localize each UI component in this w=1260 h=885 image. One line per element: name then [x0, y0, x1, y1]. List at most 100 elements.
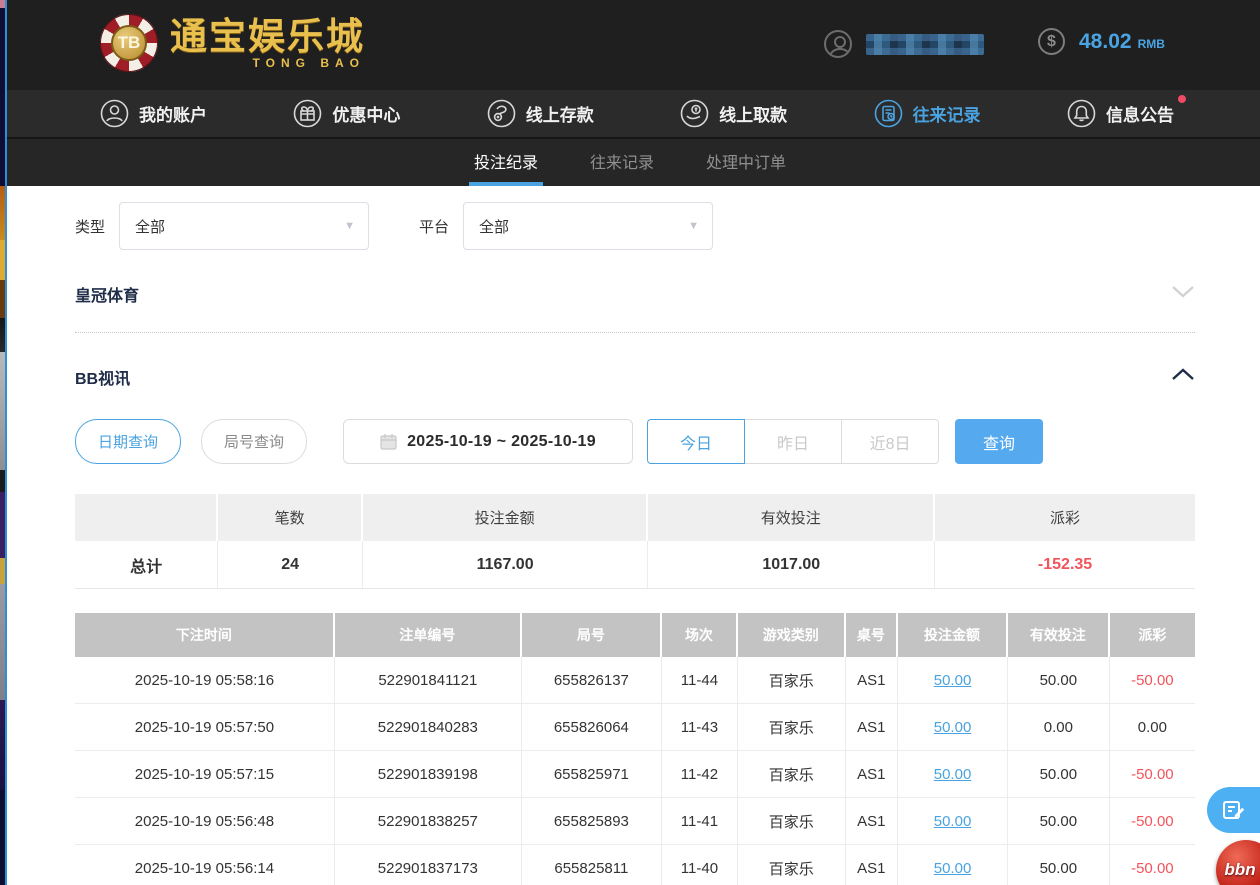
table-number-cell: AS1: [846, 798, 899, 844]
balance-currency: RMB: [1138, 37, 1165, 51]
bet-time-cell: 2025-10-19 05:58:16: [75, 657, 335, 703]
feedback-button[interactable]: [1207, 787, 1260, 833]
nav-item-announcements[interactable]: 信息公告: [1067, 99, 1174, 128]
bet-amount-link[interactable]: 50.00: [934, 813, 972, 830]
chevron-down-icon: ▼: [344, 220, 355, 232]
order-number-cell: 522901839198: [335, 751, 522, 797]
dollar-coin-icon: $: [1038, 28, 1065, 55]
date-range-input[interactable]: 2025-10-19 ~ 2025-10-19: [343, 419, 633, 464]
nav-item-deposit[interactable]: 线上存款: [487, 99, 594, 128]
section-divider: [75, 332, 1195, 333]
notification-dot: [1178, 95, 1186, 103]
deposit-icon: [487, 99, 516, 128]
withdraw-icon: [680, 99, 709, 128]
session-cell: 11-43: [662, 704, 738, 750]
bet-amount-link[interactable]: 50.00: [934, 766, 972, 783]
nav-item-promotions[interactable]: 优惠中心: [293, 99, 400, 128]
bet-amount-link[interactable]: 50.00: [934, 719, 972, 736]
nav-item-withdraw[interactable]: 线上取款: [680, 99, 787, 128]
bet-amount-link[interactable]: 50.00: [934, 860, 972, 877]
chevron-down-icon: ▼: [688, 220, 699, 232]
platform-filter-label: 平台: [419, 216, 449, 237]
user-icon: [100, 99, 129, 128]
round-query-button[interactable]: 局号查询: [201, 419, 307, 464]
records-header-row: 下注时间注单编号局号场次游戏类别桌号投注金额有效投注派彩: [75, 613, 1195, 657]
last-8-days-button[interactable]: 近8日: [841, 419, 939, 464]
user-area[interactable]: [824, 30, 984, 58]
chevron-down-icon[interactable]: [1171, 285, 1195, 303]
summary-header-blank: [75, 494, 218, 541]
background-edge-strip: [0, 0, 7, 885]
round-number-cell: 655825893: [522, 798, 662, 844]
order-number-cell: 522901837173: [335, 845, 522, 885]
username-blurred: [866, 34, 984, 55]
round-number-cell: 655825971: [522, 751, 662, 797]
payout-cell: -50.00: [1110, 845, 1195, 885]
avatar-icon: [824, 30, 852, 58]
bet-amount-link[interactable]: 50.00: [934, 672, 972, 689]
game-type-cell: 百家乐: [738, 845, 846, 885]
type-filter-label: 类型: [75, 216, 105, 237]
summary-count-value: 24: [218, 541, 362, 588]
session-cell: 11-40: [662, 845, 738, 885]
tab-transaction-records[interactable]: 往来记录: [585, 139, 659, 186]
payout-cell: -50.00: [1110, 657, 1195, 703]
today-button[interactable]: 今日: [647, 419, 745, 464]
records-header-order-number: 注单编号: [335, 613, 522, 657]
summary-header-count: 笔数: [218, 494, 362, 541]
table-row: 2025-10-19 05:57:50522901840283655826064…: [75, 704, 1195, 751]
bet-amount-cell: 50.00: [898, 751, 1008, 797]
bet-time-cell: 2025-10-19 05:57:50: [75, 704, 335, 750]
records-header-round-number: 局号: [522, 613, 662, 657]
balance-display[interactable]: $ 48.02 RMB: [1038, 28, 1165, 55]
summary-header-bet-amount: 投注金额: [363, 494, 649, 541]
records-header-table-number: 桌号: [846, 613, 899, 657]
session-cell: 11-42: [662, 751, 738, 797]
calendar-icon: [380, 433, 397, 450]
bell-icon: [1067, 99, 1096, 128]
table-row: 2025-10-19 05:56:48522901838257655825893…: [75, 798, 1195, 845]
search-button[interactable]: 查询: [955, 419, 1043, 464]
type-select[interactable]: 全部 ▼: [119, 202, 369, 250]
records-header-bet-amount: 投注金额: [898, 613, 1008, 657]
table-number-cell: AS1: [846, 845, 899, 885]
table-number-cell: AS1: [846, 751, 899, 797]
section-bb-live[interactable]: BB视讯: [75, 365, 1195, 389]
valid-bet-cell: 0.00: [1008, 704, 1110, 750]
summary-total-row: 总计 24 1167.00 1017.00 -152.35: [75, 541, 1195, 589]
records-header-game-type: 游戏类别: [738, 613, 846, 657]
payout-cell: -50.00: [1110, 798, 1195, 844]
tab-bet-records[interactable]: 投注纪录: [469, 139, 543, 186]
order-number-cell: 522901838257: [335, 798, 522, 844]
site-subtitle: TONG BAO: [170, 56, 365, 70]
filter-row: 类型 全部 ▼ 平台 全部 ▼: [75, 202, 1195, 250]
summary-header-row: 笔数 投注金额 有效投注 派彩: [75, 494, 1195, 541]
section-crown-sports[interactable]: 皇冠体育: [75, 282, 1195, 306]
date-range-value: 2025-10-19 ~ 2025-10-19: [407, 433, 596, 451]
top-header: TB 通宝娱乐城 TONG BAO $ 48.02 RMB: [0, 0, 1260, 90]
round-number-cell: 655826137: [522, 657, 662, 703]
platform-select[interactable]: 全部 ▼: [463, 202, 713, 250]
yesterday-button[interactable]: 昨日: [744, 419, 842, 464]
date-query-button[interactable]: 日期查询: [75, 419, 181, 464]
summary-valid-bet-value: 1017.00: [648, 541, 935, 588]
chevron-up-icon[interactable]: [1171, 368, 1195, 386]
tab-pending-orders[interactable]: 处理中订单: [701, 139, 791, 186]
site-logo[interactable]: TB 通宝娱乐城 TONG BAO: [100, 14, 365, 72]
valid-bet-cell: 50.00: [1008, 798, 1110, 844]
records-tbody: 2025-10-19 05:58:16522901841121655826137…: [75, 657, 1195, 885]
query-controls: 日期查询 局号查询 2025-10-19 ~ 2025-10-19 今日 昨日 …: [75, 419, 1195, 464]
site-title: 通宝娱乐城: [170, 17, 365, 55]
summary-payout-value: -152.35: [935, 541, 1195, 588]
edit-note-icon: [1222, 798, 1246, 822]
nav-item-transaction-records[interactable]: 往来记录: [874, 99, 981, 128]
records-header-bet-time: 下注时间: [75, 613, 335, 657]
round-number-cell: 655825811: [522, 845, 662, 885]
bet-time-cell: 2025-10-19 05:57:15: [75, 751, 335, 797]
valid-bet-cell: 50.00: [1008, 751, 1110, 797]
payout-cell: 0.00: [1110, 704, 1195, 750]
session-cell: 11-44: [662, 657, 738, 703]
bet-time-cell: 2025-10-19 05:56:14: [75, 845, 335, 885]
table-row: 2025-10-19 05:57:15522901839198655825971…: [75, 751, 1195, 798]
nav-item-my-account[interactable]: 我的账户: [100, 99, 207, 128]
